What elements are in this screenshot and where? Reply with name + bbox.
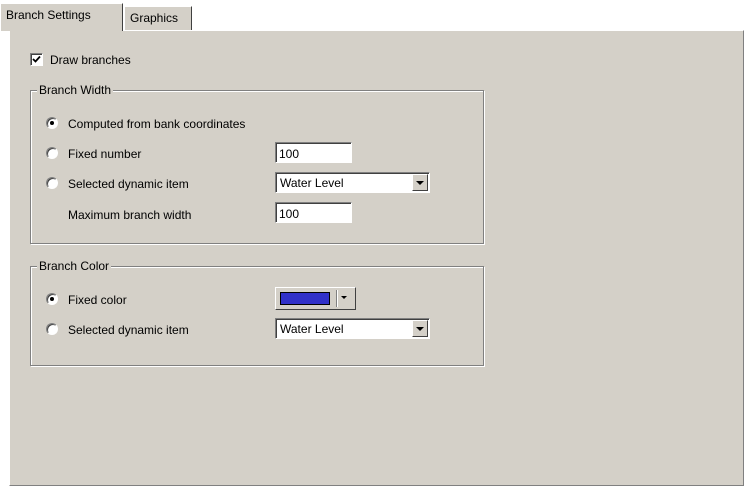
fixed-color-label: Fixed color bbox=[68, 293, 127, 307]
fixed-color-radio[interactable] bbox=[46, 293, 58, 305]
max-width-label: Maximum branch width bbox=[68, 208, 192, 222]
tab-graphics[interactable]: Graphics bbox=[124, 6, 192, 30]
dropdown-value: Water Level bbox=[280, 322, 344, 336]
radio-dot bbox=[50, 121, 54, 125]
dropdown-value: Water Level bbox=[280, 176, 344, 190]
tab-branch-settings[interactable]: Branch Settings bbox=[0, 3, 123, 31]
color-swatch bbox=[280, 292, 330, 305]
fixed-number-radio[interactable] bbox=[46, 147, 58, 159]
check-icon bbox=[32, 55, 41, 63]
width-dynamic-item-label: Selected dynamic item bbox=[68, 177, 189, 191]
tab-label: Branch Settings bbox=[6, 8, 91, 22]
width-dynamic-item-dropdown[interactable]: Water Level bbox=[275, 172, 430, 193]
branch-color-group bbox=[30, 266, 484, 366]
tab-strip: Branch Settings Graphics bbox=[0, 0, 746, 31]
computed-from-bank-radio[interactable] bbox=[46, 117, 58, 129]
dropdown-button[interactable] bbox=[412, 320, 428, 337]
branch-settings-panel: Draw branches Branch Width Computed from… bbox=[9, 30, 744, 486]
color-dynamic-item-label: Selected dynamic item bbox=[68, 323, 189, 337]
branch-color-legend: Branch Color bbox=[37, 259, 112, 273]
picker-divider bbox=[336, 290, 337, 307]
computed-from-bank-label: Computed from bank coordinates bbox=[68, 117, 246, 131]
draw-branches-label: Draw branches bbox=[50, 53, 131, 67]
max-width-input[interactable] bbox=[275, 202, 352, 223]
draw-branches-checkbox[interactable] bbox=[30, 53, 43, 66]
dropdown-button[interactable] bbox=[412, 174, 428, 191]
color-dynamic-item-radio[interactable] bbox=[46, 323, 58, 335]
fixed-number-input[interactable] bbox=[275, 142, 352, 163]
color-dynamic-item-dropdown[interactable]: Water Level bbox=[275, 318, 430, 339]
radio-dot bbox=[50, 297, 54, 301]
fixed-color-picker[interactable] bbox=[275, 287, 356, 310]
chevron-down-icon bbox=[341, 296, 347, 299]
chevron-down-icon bbox=[416, 181, 424, 185]
branch-width-legend: Branch Width bbox=[37, 83, 114, 97]
width-dynamic-item-radio[interactable] bbox=[46, 177, 58, 189]
fixed-number-label: Fixed number bbox=[68, 147, 142, 161]
tab-label: Graphics bbox=[130, 11, 179, 25]
chevron-down-icon bbox=[416, 327, 424, 331]
